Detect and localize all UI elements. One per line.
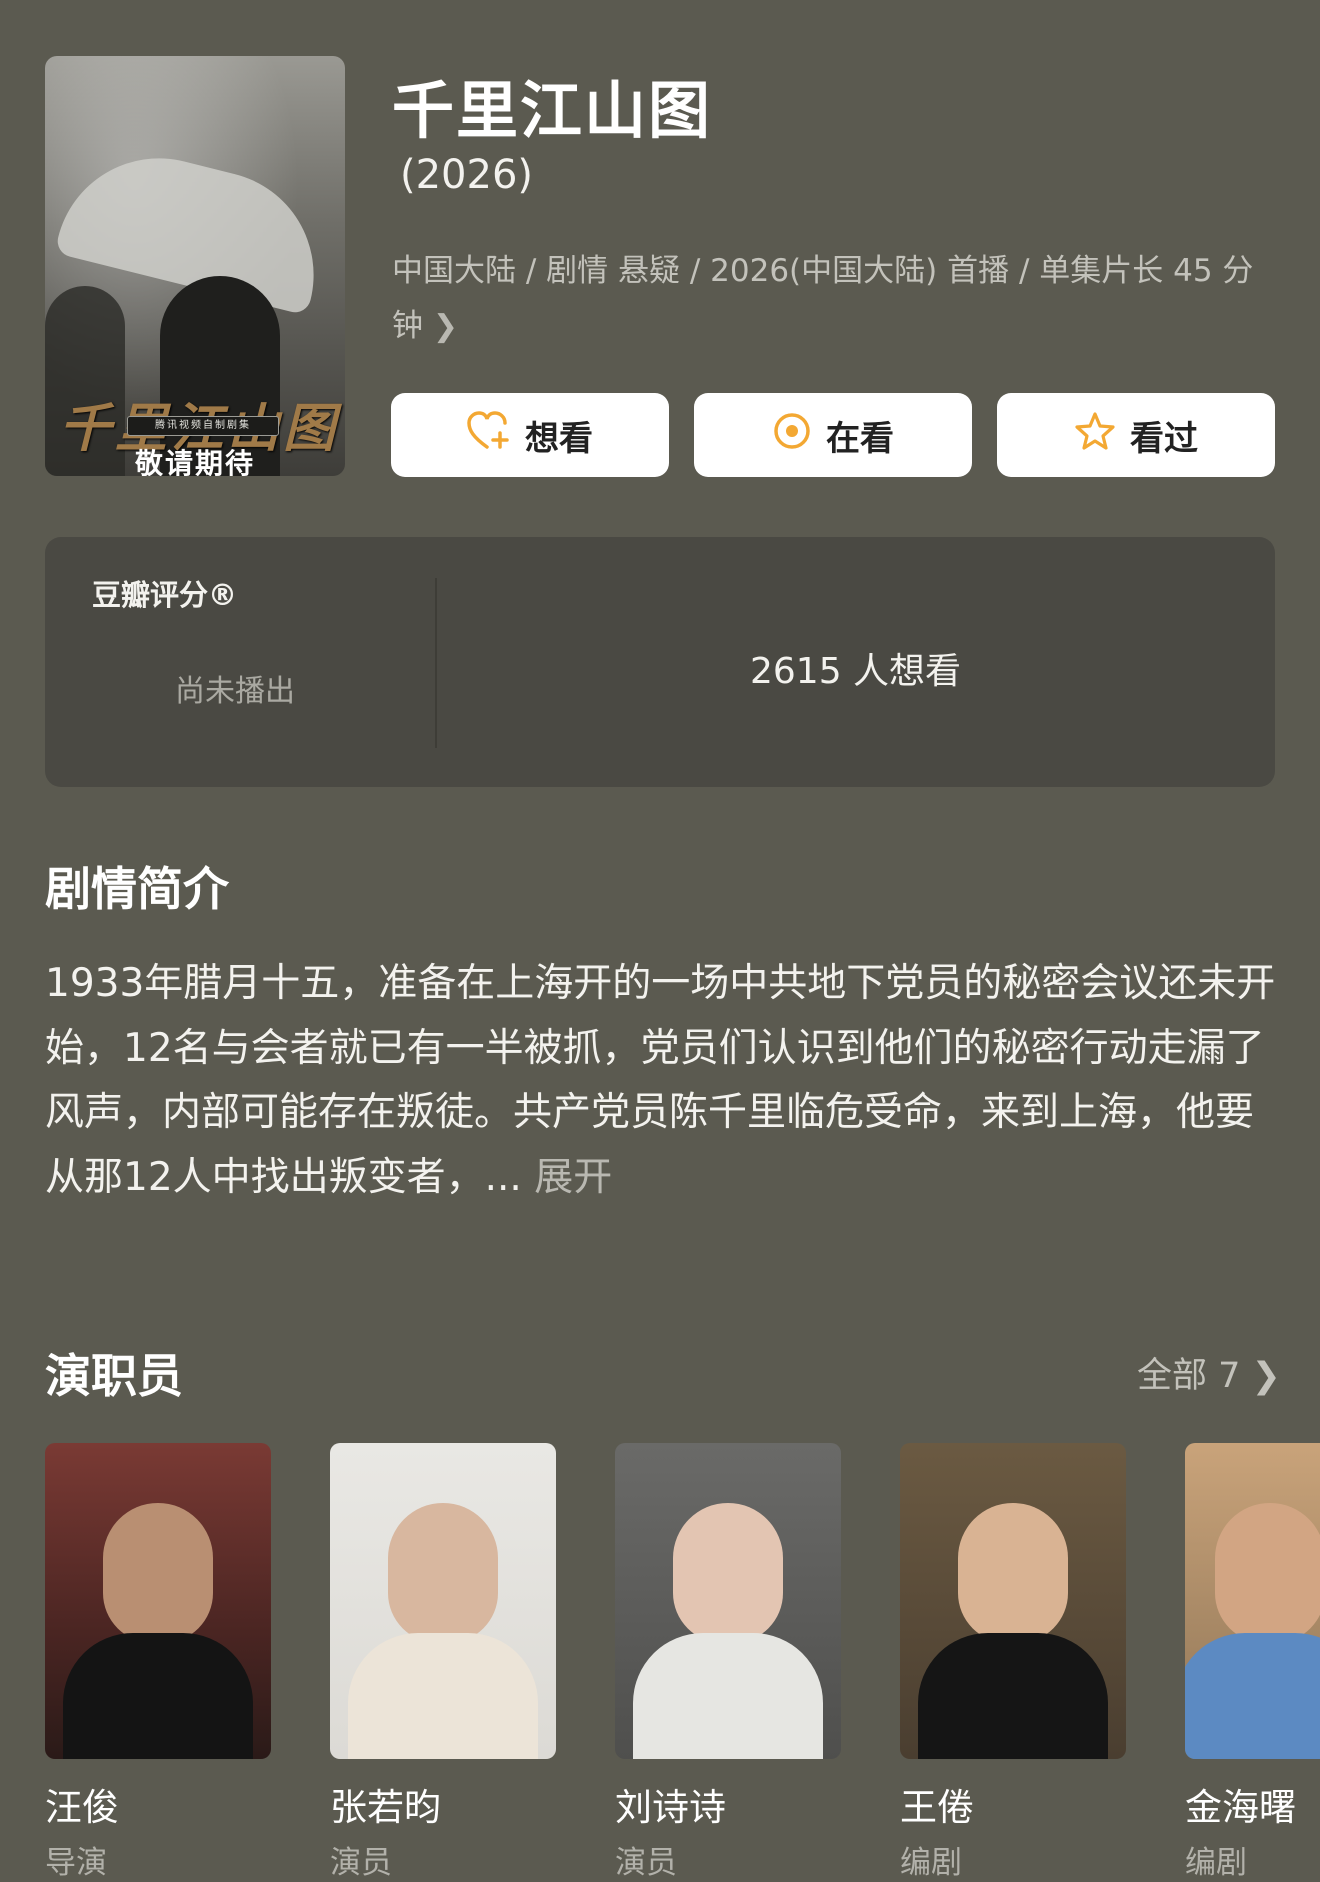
- synopsis-heading: 剧情简介: [45, 862, 229, 916]
- cast-name: 金海曙: [1185, 1786, 1296, 1829]
- poster-tag: 腾讯视频自制剧集: [127, 416, 279, 436]
- target-icon: [772, 411, 812, 460]
- show-meta-link[interactable]: 中国大陆 / 剧情 悬疑 / 2026(中国大陆) 首播 / 单集片长 45 分…: [392, 244, 1282, 354]
- show-meta-text: 中国大陆 / 剧情 悬疑 / 2026(中国大陆) 首播 / 单集片长 45 分…: [392, 253, 1254, 344]
- cast-all-label: 全部 7: [1137, 1356, 1241, 1396]
- watching-button[interactable]: 在看: [694, 393, 972, 477]
- cast-name: 张若昀: [330, 1786, 441, 1829]
- synopsis-block: 1933年腊月十五，准备在上海开的一场中共地下党员的秘密会议还未开始，12名与会…: [45, 952, 1285, 1210]
- cast-all-link[interactable]: 全部 7 ❯: [1137, 1347, 1281, 1398]
- watched-button[interactable]: 看过: [997, 393, 1275, 477]
- cast-heading: 演职员: [45, 1349, 183, 1403]
- cast-role: 演员: [330, 1845, 392, 1881]
- cast-photo: [1185, 1443, 1320, 1759]
- watching-label: 在看: [826, 418, 894, 459]
- cast-photo: [45, 1443, 271, 1759]
- cast-card[interactable]: 汪俊 导演: [45, 1443, 271, 1882]
- cast-name: 王倦: [900, 1786, 974, 1829]
- synopsis-expand-link[interactable]: 展开: [534, 1155, 612, 1200]
- chevron-right-icon: ❯: [1251, 1356, 1281, 1396]
- watched-label: 看过: [1130, 418, 1198, 459]
- cast-card[interactable]: 金海曙 编剧: [1185, 1443, 1320, 1882]
- cast-photo: [330, 1443, 556, 1759]
- cast-photo: [900, 1443, 1126, 1759]
- want-to-watch-label: 想看: [525, 418, 593, 459]
- rating-divider: [435, 578, 437, 748]
- heart-plus-icon: [467, 410, 511, 460]
- douban-rating-label: 豆瓣评分®: [92, 578, 238, 612]
- cast-role: 编剧: [900, 1845, 962, 1881]
- page-title: 千里江山图: [392, 74, 713, 147]
- cast-role: 导演: [45, 1845, 107, 1881]
- cast-card[interactable]: 张若昀 演员: [330, 1443, 556, 1882]
- cast-name: 汪俊: [45, 1786, 119, 1829]
- want-to-watch-button[interactable]: 想看: [391, 393, 669, 477]
- poster-image[interactable]: 千里江山图 腾讯视频自制剧集 敬请期待: [45, 56, 345, 476]
- synopsis-ellipsis: ...: [484, 1154, 535, 1200]
- poster-coming-soon: 敬请期待: [134, 447, 255, 476]
- wish-count: 2615 人想看: [750, 651, 962, 692]
- cast-role: 演员: [615, 1845, 677, 1881]
- release-year: (2026): [400, 152, 534, 198]
- synopsis-text: 1933年腊月十五，准备在上海开的一场中共地下党员的秘密会议还未开始，12名与会…: [45, 961, 1276, 1200]
- cast-card[interactable]: 刘诗诗 演员: [615, 1443, 841, 1882]
- cast-card[interactable]: 王倦 编剧: [900, 1443, 1126, 1882]
- rating-status: 尚未播出: [175, 674, 295, 709]
- star-icon: [1074, 411, 1116, 460]
- chevron-right-icon: ❯: [432, 309, 458, 344]
- cast-role: 编剧: [1185, 1845, 1247, 1881]
- cast-name: 刘诗诗: [615, 1786, 726, 1829]
- cast-photo: [615, 1443, 841, 1759]
